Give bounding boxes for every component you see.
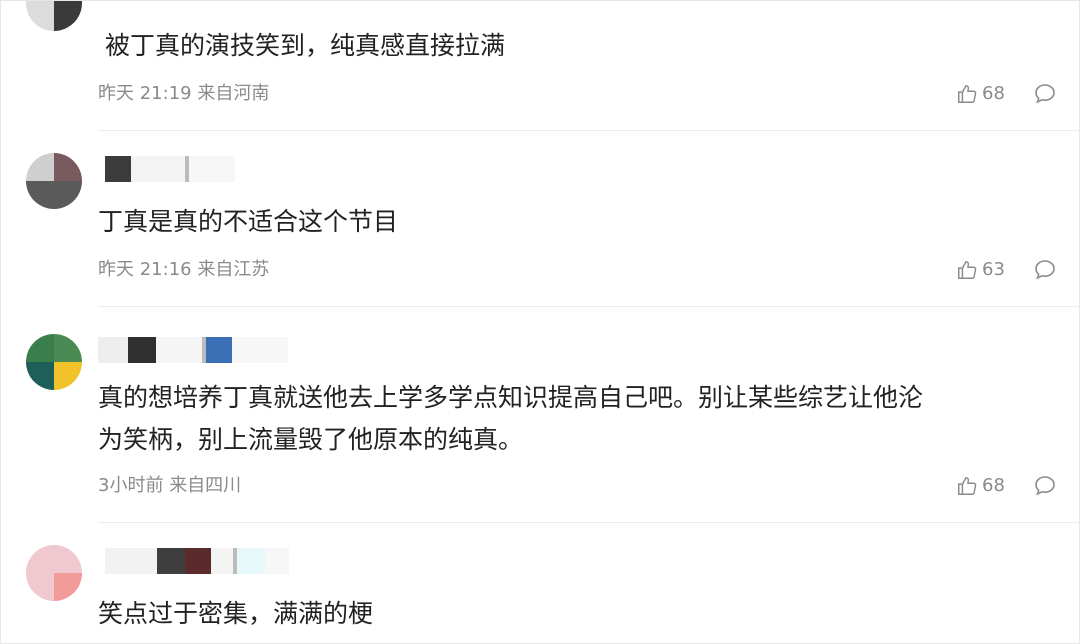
avatar[interactable] — [26, 153, 82, 209]
like-button[interactable]: 68 — [956, 82, 1005, 106]
avatar[interactable] — [26, 545, 82, 601]
comment-location: 来自四川 — [169, 475, 242, 496]
like-button[interactable]: 63 — [956, 258, 1005, 282]
avatar[interactable] — [26, 1, 82, 31]
username-redacted[interactable] — [98, 337, 288, 363]
reply-button[interactable] — [1033, 474, 1057, 498]
comment-text: 被丁真的演技笑到，纯真感直接拉满 — [105, 31, 506, 60]
divider — [98, 130, 1079, 131]
like-count: 68 — [982, 475, 1005, 496]
comment-text: 真的想培养丁真就送他去上学多学点知识提高自己吧。别让某些综艺让他沦 — [98, 383, 924, 412]
divider — [98, 522, 1079, 523]
like-button[interactable]: 68 — [956, 474, 1005, 498]
comment-location: 来自江苏 — [197, 259, 270, 280]
thumbs-up-icon — [958, 85, 977, 103]
reply-button[interactable] — [1033, 82, 1057, 106]
divider — [98, 306, 1079, 307]
comment-meta: 昨天 21:16 来自江苏 — [98, 258, 269, 282]
reply-button[interactable] — [1033, 258, 1057, 282]
comment-meta: 昨天 21:19 来自河南 — [98, 82, 269, 106]
like-count: 68 — [982, 83, 1005, 104]
comment-location: 来自河南 — [197, 83, 270, 104]
comment-time: 3小时前 — [98, 475, 164, 496]
comment-text: 为笑柄，别上流量毁了他原本的纯真。 — [98, 425, 524, 454]
thumbs-up-icon — [958, 477, 977, 495]
username-redacted[interactable] — [105, 548, 289, 574]
username-redacted[interactable] — [105, 156, 235, 182]
comment-time: 昨天 21:16 — [98, 259, 192, 280]
comment-meta: 3小时前 来自四川 — [98, 474, 241, 498]
thumbs-up-icon — [958, 261, 977, 279]
comment-text: 笑点过于密集，满满的梗 — [98, 599, 374, 628]
comment-list: 被丁真的演技笑到，纯真感直接拉满 昨天 21:19 来自河南 68 丁真是真的不… — [0, 0, 1080, 644]
like-count: 63 — [982, 259, 1005, 280]
comment-text: 丁真是真的不适合这个节目 — [98, 207, 399, 236]
comment-time: 昨天 21:19 — [98, 83, 192, 104]
avatar[interactable] — [26, 334, 82, 390]
